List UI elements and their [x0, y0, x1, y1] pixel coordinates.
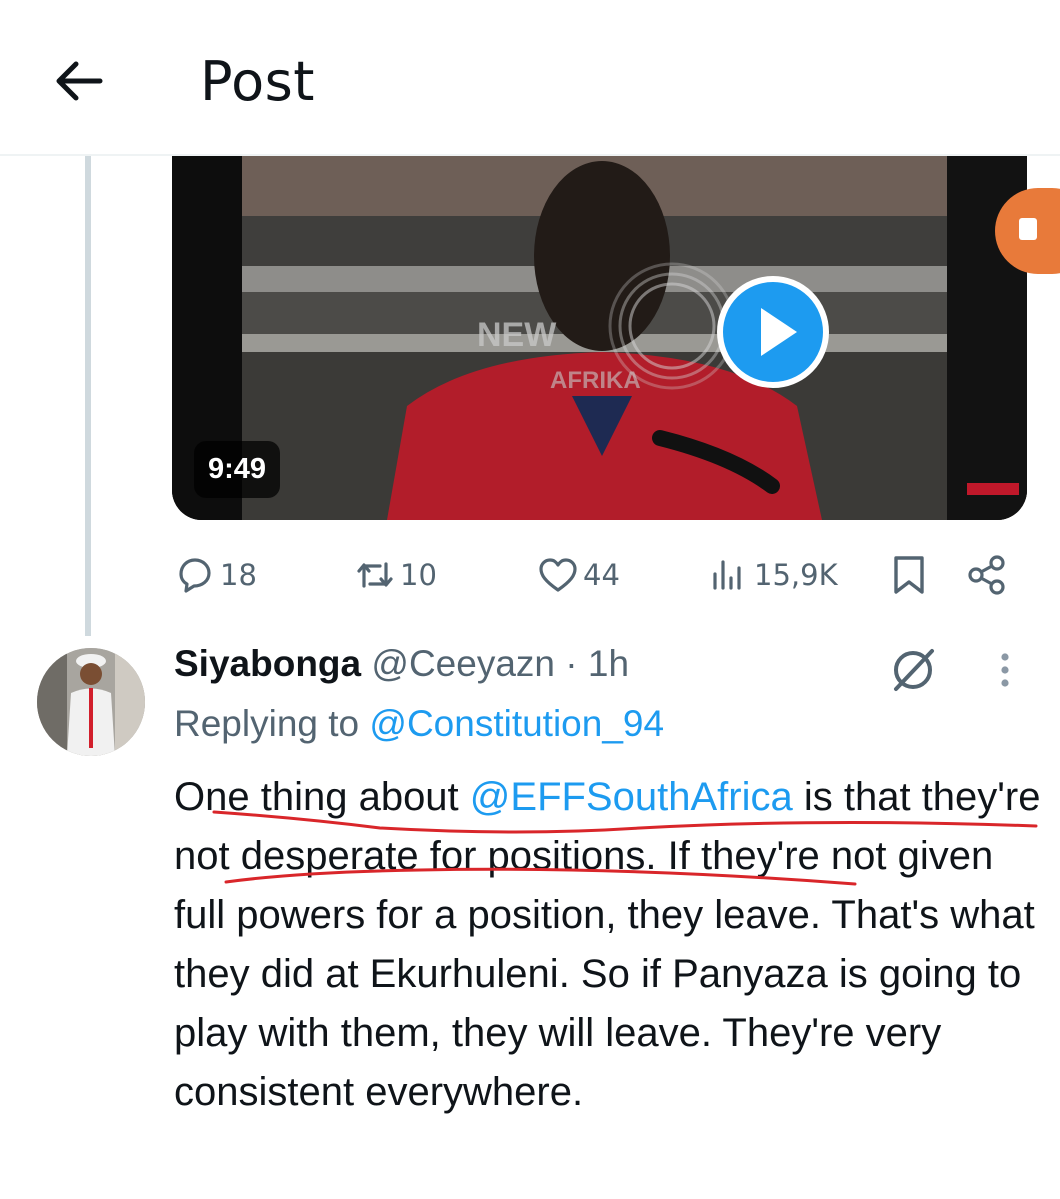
- bookmark-button[interactable]: [886, 550, 932, 600]
- avatar-photo: [37, 648, 145, 756]
- video-icon: [1019, 218, 1037, 240]
- bookmark-icon: [894, 556, 924, 594]
- reply-icon: [179, 558, 211, 593]
- reply-author-line: Siyabonga @Ceeyazn · 1h: [174, 643, 629, 693]
- more-icon[interactable]: [985, 645, 1025, 695]
- page-title: Post: [200, 50, 315, 113]
- svg-text:AFRIKA: AFRIKA: [550, 367, 641, 394]
- views-icon: [713, 560, 741, 590]
- replying-to-line: Replying to @Constitution_94: [174, 703, 664, 745]
- reply-text-rest: is that they're not desperate for positi…: [174, 775, 1041, 1114]
- like-count: 44: [583, 558, 620, 592]
- like-button[interactable]: 44: [535, 550, 620, 600]
- top-bar: Post: [0, 0, 1060, 156]
- replying-to-handle[interactable]: @Constitution_94: [369, 703, 664, 744]
- back-arrow-icon[interactable]: [50, 52, 108, 110]
- reply-button[interactable]: 18: [172, 550, 257, 600]
- share-button[interactable]: [964, 550, 1010, 600]
- author-name[interactable]: Siyabonga: [174, 643, 361, 684]
- mention-link[interactable]: @EFFSouthAfrica: [470, 775, 793, 819]
- video-thumbnail: NEW AFRIKA: [172, 156, 1027, 520]
- replying-to-label: Replying to: [174, 703, 360, 744]
- svg-text:NEW: NEW: [477, 316, 557, 354]
- repost-icon: [357, 562, 393, 588]
- repost-button[interactable]: 10: [352, 550, 437, 600]
- share-icon: [968, 555, 1005, 595]
- play-icon[interactable]: [717, 276, 829, 388]
- post-action-bar: 18 10 44 15,9K: [0, 540, 1060, 610]
- views-button[interactable]: 15,9K: [706, 550, 838, 600]
- view-count: 15,9K: [754, 558, 838, 592]
- video-duration: 9:49: [194, 441, 281, 498]
- reply-text-start: One thing about: [174, 775, 470, 819]
- grok-icon[interactable]: [888, 645, 938, 695]
- reply-count: 18: [220, 558, 257, 592]
- video-player[interactable]: NEW AFRIKA 9:49: [172, 156, 1027, 520]
- separator-dot: ·: [565, 643, 578, 684]
- repost-count: 10: [400, 558, 437, 592]
- post-time[interactable]: 1h: [588, 643, 629, 684]
- like-icon: [539, 558, 577, 592]
- reply-text: One thing about @EFFSouthAfrica is that …: [174, 768, 1044, 1122]
- author-handle[interactable]: @Ceeyazn: [371, 643, 555, 684]
- avatar[interactable]: [37, 648, 145, 756]
